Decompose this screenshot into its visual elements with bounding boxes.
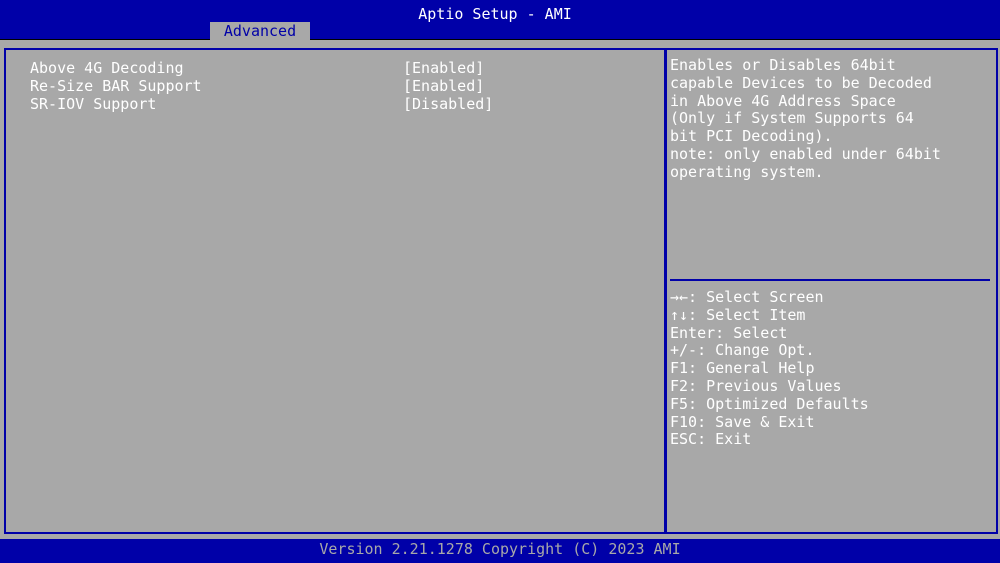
setting-label: Re-Size BAR Support [30,77,202,95]
setting-label: SR-IOV Support [30,95,157,113]
key-help-item: ↑↓: Select Item [670,305,806,324]
key-help-item: F10: Save & Exit [670,412,815,431]
key-help-item: F5: Optimized Defaults [670,394,869,413]
setting-row-sr-iov-support[interactable]: SR-IOV Support [Disabled] [30,95,493,113]
key-help-item: +/-: Change Opt. [670,341,815,360]
copyright-text: Version 2.21.1278 Copyright (C) 2023 AMI [319,540,681,558]
tab-advanced[interactable]: Advanced [210,22,310,40]
setting-value[interactable]: [Disabled] [403,95,493,113]
setting-value[interactable]: [Enabled] [403,77,484,95]
key-help-item: Enter: Select [670,323,788,342]
help-divider [670,279,990,281]
key-help-item: ESC: Exit [670,430,752,449]
setting-row-resize-bar-support[interactable]: Re-Size BAR Support [Enabled] [30,77,484,95]
key-help-item: →←: Select Screen [670,288,824,306]
settings-panel: Above 4G Decoding [Enabled] Re-Size BAR … [4,48,666,534]
title-bar: Aptio Setup - AMI Advanced [0,0,1000,40]
status-bar: Version 2.21.1278 Copyright (C) 2023 AMI [0,539,1000,563]
key-help-item: F2: Previous Values [670,376,842,395]
help-text: Enables or Disables 64bit capable Device… [670,56,941,181]
main-area: Above 4G Decoding [Enabled] Re-Size BAR … [0,40,1000,539]
app-title: Aptio Setup - AMI [418,5,572,23]
setting-label: Above 4G Decoding [30,59,184,77]
help-panel: Enables or Disables 64bit capable Device… [665,48,998,534]
key-help-item: F1: General Help [670,359,815,378]
setting-value[interactable]: [Enabled] [403,59,484,77]
key-help-list: →←: Select Screen ↑↓: Select Item Enter:… [670,288,869,449]
setting-row-above-4g-decoding[interactable]: Above 4G Decoding [Enabled] [30,59,484,77]
